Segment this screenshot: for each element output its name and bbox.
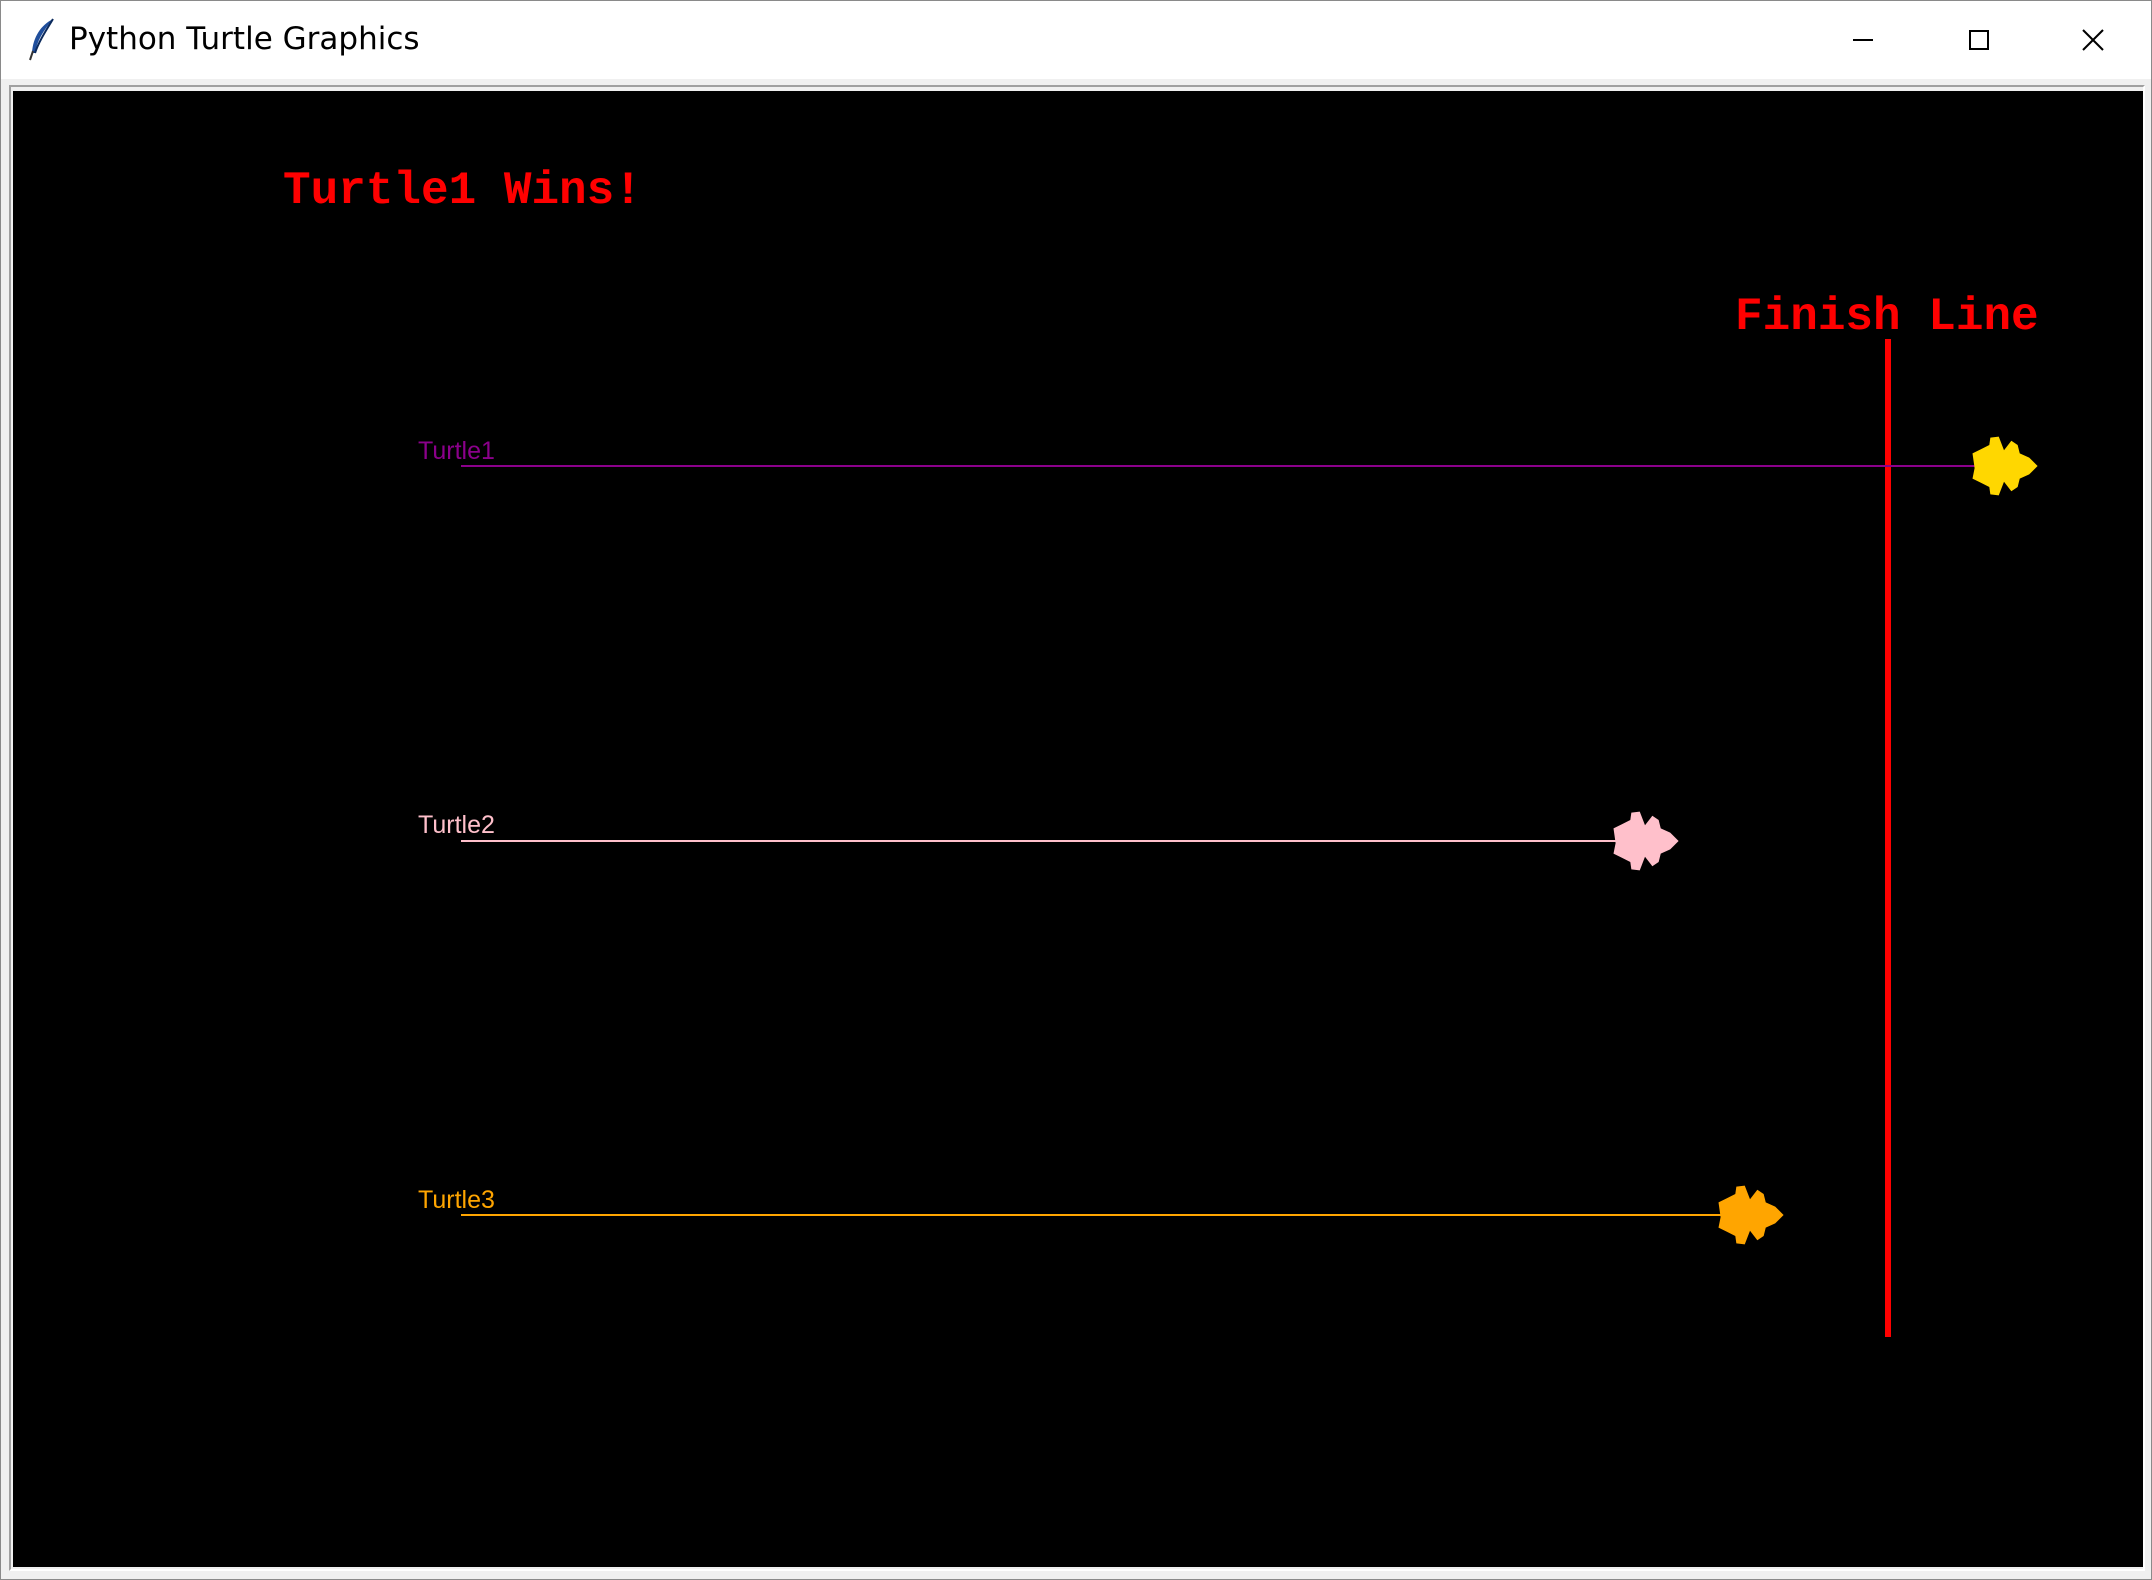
minimize-icon bbox=[1853, 39, 1873, 41]
racer-label-1: Turtle1 bbox=[418, 437, 495, 465]
turtle-window: Python Turtle Graphics Turtle1 Wins! Fin… bbox=[0, 0, 2152, 1580]
turtle-icon bbox=[1718, 1185, 1784, 1245]
feather-icon bbox=[27, 17, 57, 61]
race-drawing: Turtle1 Wins! Finish Line Turtle1 Turtle… bbox=[283, 165, 2039, 1337]
turtle-icon bbox=[1972, 436, 2038, 496]
turtle-icon bbox=[1613, 811, 1679, 871]
window-title: Python Turtle Graphics bbox=[69, 21, 420, 57]
close-icon bbox=[2082, 29, 2104, 51]
racer-label-3: Turtle3 bbox=[418, 1186, 495, 1214]
maximize-icon bbox=[1969, 30, 1989, 50]
winner-text: Turtle1 Wins! bbox=[283, 165, 642, 217]
minimize-button[interactable] bbox=[1805, 1, 1921, 79]
finish-line-label: Finish Line bbox=[1735, 291, 2039, 343]
racer-label-2: Turtle2 bbox=[418, 811, 495, 839]
title-bar[interactable]: Python Turtle Graphics bbox=[1, 1, 2151, 79]
maximize-button[interactable] bbox=[1921, 1, 2037, 79]
close-button[interactable] bbox=[2035, 1, 2151, 79]
turtle-canvas[interactable]: Turtle1 Wins! Finish Line Turtle1 Turtle… bbox=[13, 91, 2143, 1567]
